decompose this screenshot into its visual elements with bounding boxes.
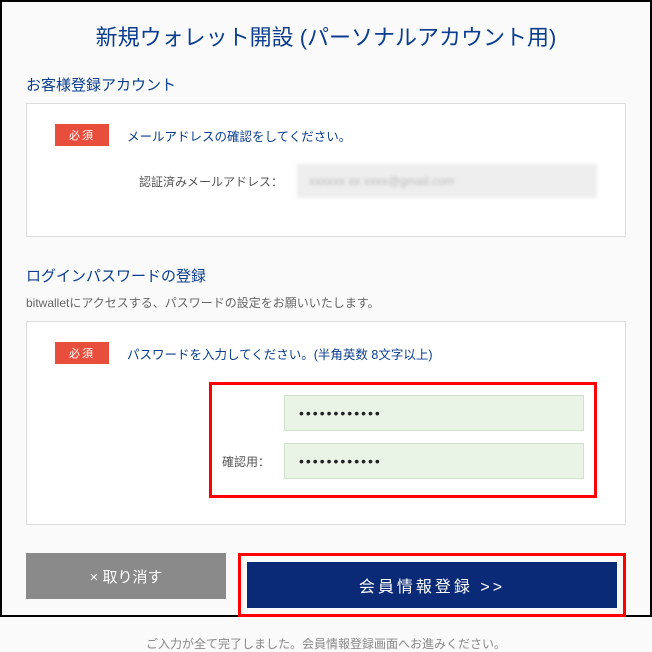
footer-note: ご入力が全て完了しました。会員情報登録画面へお進みください。 bbox=[2, 617, 650, 652]
account-card: 必須 メールアドレスの確認をしてください。 認証済みメールアドレス： xxxxx… bbox=[26, 103, 626, 237]
section-password-heading: ログインパスワードの登録 bbox=[2, 265, 650, 294]
required-badge: 必須 bbox=[55, 124, 109, 146]
password-confirm-label: 確認用： bbox=[222, 453, 270, 470]
password-card: 必須 パスワードを入力してください。(半角英数 8文字以上) 確認用： bbox=[26, 321, 626, 525]
section-password-sub: bitwalletにアクセスする、パスワードの設定をお願いいたします。 bbox=[2, 294, 650, 321]
verified-email-display: xxxxxx xx xxxx@gmail.com bbox=[297, 164, 597, 198]
section-account-heading: お客様登録アカウント bbox=[2, 74, 650, 103]
cancel-button[interactable]: × 取り消す bbox=[26, 553, 226, 599]
password-confirm-input[interactable] bbox=[284, 443, 584, 479]
password-input[interactable] bbox=[284, 395, 584, 431]
password-highlight: 確認用： bbox=[209, 382, 597, 498]
required-badge: 必須 bbox=[55, 342, 109, 364]
page-title: 新規ウォレット開設 (パーソナルアカウント用) bbox=[2, 2, 650, 74]
password-instruction: パスワードを入力してください。(半角英数 8文字以上) bbox=[127, 344, 433, 363]
submit-button[interactable]: 会員情報登録 >> bbox=[247, 562, 617, 608]
account-instruction: メールアドレスの確認をしてください。 bbox=[127, 126, 351, 145]
email-label: 認証済みメールアドレス： bbox=[139, 173, 283, 190]
submit-highlight: 会員情報登録 >> bbox=[238, 553, 626, 617]
